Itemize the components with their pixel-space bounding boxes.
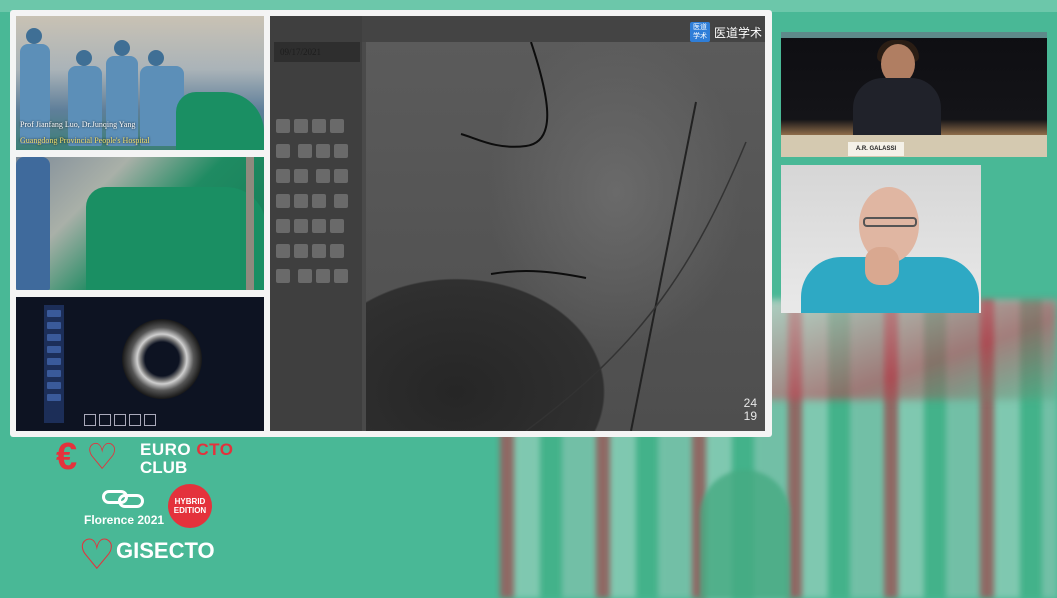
staff-figure [106, 56, 138, 146]
staff-figure [68, 66, 102, 146]
procedure-closeup-feed [16, 157, 264, 290]
background-cornice [760, 300, 1057, 400]
staff-head [26, 28, 42, 44]
frame-counter: 24 19 [743, 396, 757, 423]
euro-cto-title: EURO CTO [140, 440, 234, 459]
gise-heart-icon: ♡ [78, 531, 116, 578]
watermark-badge-icon: 医道 学术 [690, 22, 710, 42]
florence-edition-label: Florence 2021 [84, 513, 165, 527]
participant-hand [865, 247, 899, 285]
hospital-caption: Guangdong Provincial People's Hospital [20, 136, 150, 145]
surgical-drape [176, 92, 264, 150]
angiogram-image: 24 19 [366, 42, 765, 431]
staff-head [76, 50, 92, 66]
camera-top-band [781, 32, 1047, 38]
background-arch [700, 470, 790, 598]
ivus-sidebar [44, 305, 64, 423]
study-date: 09/17/2021 [274, 42, 360, 62]
speaker-camera-feed: A.R. GALASSI [781, 32, 1047, 157]
staff-head [148, 50, 164, 66]
gise-cto-logo: GISECTO [116, 538, 215, 563]
cathlab-camera-feed: Prof Jianfang Luo, Dr.Junqing Yang Guang… [16, 16, 264, 150]
operator-figure [16, 157, 50, 290]
fluoroscopy-tool-panel: 09/17/2021 [270, 16, 362, 431]
iv-pole [246, 157, 254, 290]
fluoroscopy-feed: 09/17/2021 24 19 [270, 16, 765, 431]
watermark-logo: 医道 学术 医道学术 [690, 22, 762, 42]
ivus-feed [16, 297, 264, 431]
euro-e-icon: € [56, 436, 78, 478]
remote-participant-feed [781, 165, 981, 313]
euro-cto-club-word: CLUB [140, 458, 188, 477]
speaker-nameplate: A.R. GALASSI [848, 142, 904, 156]
doctors-caption: Prof Jianfang Luo, Dr.Junqing Yang [20, 120, 136, 129]
surgical-drape [86, 187, 264, 290]
ivus-ring-icon [122, 319, 202, 399]
guidewires-icon [460, 42, 747, 431]
staff-head [114, 40, 130, 56]
rings-logo-icon [102, 486, 146, 510]
euro-cto-club-logo: € ♡ EURO CTO CLUB [56, 436, 246, 482]
staff-figure [20, 44, 50, 144]
watermark-label: 医道学术 [714, 25, 763, 40]
ivus-controls [84, 413, 159, 431]
hybrid-edition-badge: HYBRID EDITION [168, 484, 212, 528]
speaker-desk [781, 135, 1047, 157]
tool-grid [274, 116, 360, 291]
participant-glasses-icon [863, 217, 917, 227]
heart-logo-icon: ♡ [86, 436, 119, 477]
